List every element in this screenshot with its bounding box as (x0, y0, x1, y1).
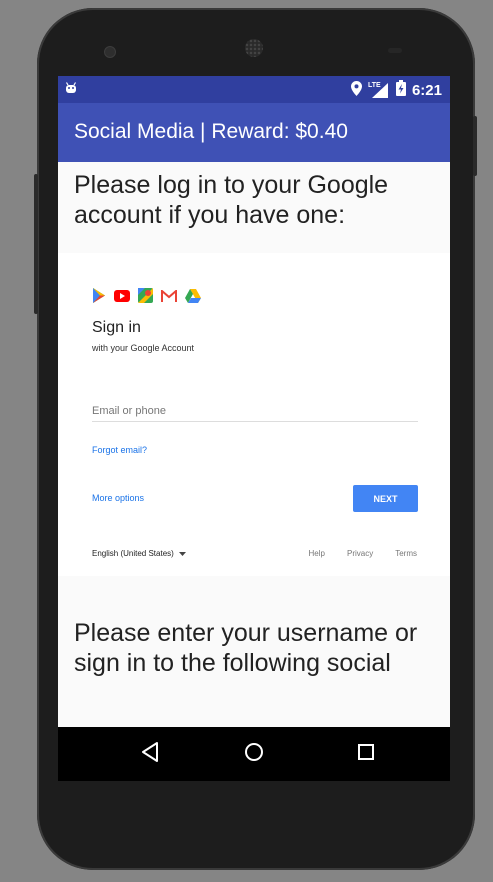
language-selector[interactable]: English (United States) (92, 549, 186, 558)
power-button (473, 116, 477, 176)
device-screen: LTE 6:21 Social Media | Reward: $0.40 Pl… (58, 76, 450, 781)
volume-button (34, 174, 38, 314)
more-options-link[interactable]: More options (92, 493, 144, 503)
signal-icon: LTE (368, 82, 390, 98)
recents-icon (357, 743, 375, 766)
earpiece-speaker (245, 39, 263, 57)
dropdown-arrow-icon (178, 549, 186, 558)
gmail-icon (161, 288, 177, 307)
proximity-sensor (388, 48, 402, 53)
google-product-logos (92, 288, 201, 308)
back-button[interactable] (136, 740, 164, 768)
social-login-prompt: Please enter your username or sign in to… (74, 619, 418, 677)
status-bar: LTE 6:21 (58, 76, 450, 103)
back-icon (141, 741, 159, 767)
recents-button[interactable] (352, 740, 380, 768)
help-link[interactable]: Help (309, 549, 325, 558)
app-title: Social Media | Reward: $0.40 (74, 120, 348, 143)
language-label: English (United States) (92, 549, 174, 558)
google-login-prompt: Please log in to your Google account if … (74, 171, 389, 229)
battery-icon (395, 80, 406, 100)
signin-subtitle: with your Google Account (92, 343, 195, 353)
home-button[interactable] (240, 740, 268, 768)
privacy-link[interactable]: Privacy (347, 549, 373, 558)
footer-links: Help Privacy Terms (309, 549, 417, 558)
navigation-bar (58, 727, 450, 781)
drive-icon (185, 288, 201, 308)
youtube-icon (114, 289, 130, 307)
front-camera (104, 46, 116, 58)
maps-icon (138, 288, 153, 308)
signin-title: Sign in (92, 319, 141, 336)
email-field[interactable] (92, 401, 418, 422)
scroll-content[interactable]: Please log in to your Google account if … (58, 162, 450, 727)
google-signin-card: Sign in with your Google Account Forgot … (58, 253, 450, 576)
android-debug-icon (64, 81, 78, 100)
location-icon (350, 80, 362, 100)
play-store-icon (92, 288, 106, 308)
app-bar: Social Media | Reward: $0.40 (58, 103, 450, 162)
clock: 6:21 (411, 81, 442, 99)
next-button[interactable]: NEXT (353, 485, 418, 512)
terms-link[interactable]: Terms (395, 549, 417, 558)
home-icon (244, 742, 264, 767)
forgot-email-link[interactable]: Forgot email? (92, 445, 147, 455)
network-type-label: LTE (367, 82, 381, 89)
